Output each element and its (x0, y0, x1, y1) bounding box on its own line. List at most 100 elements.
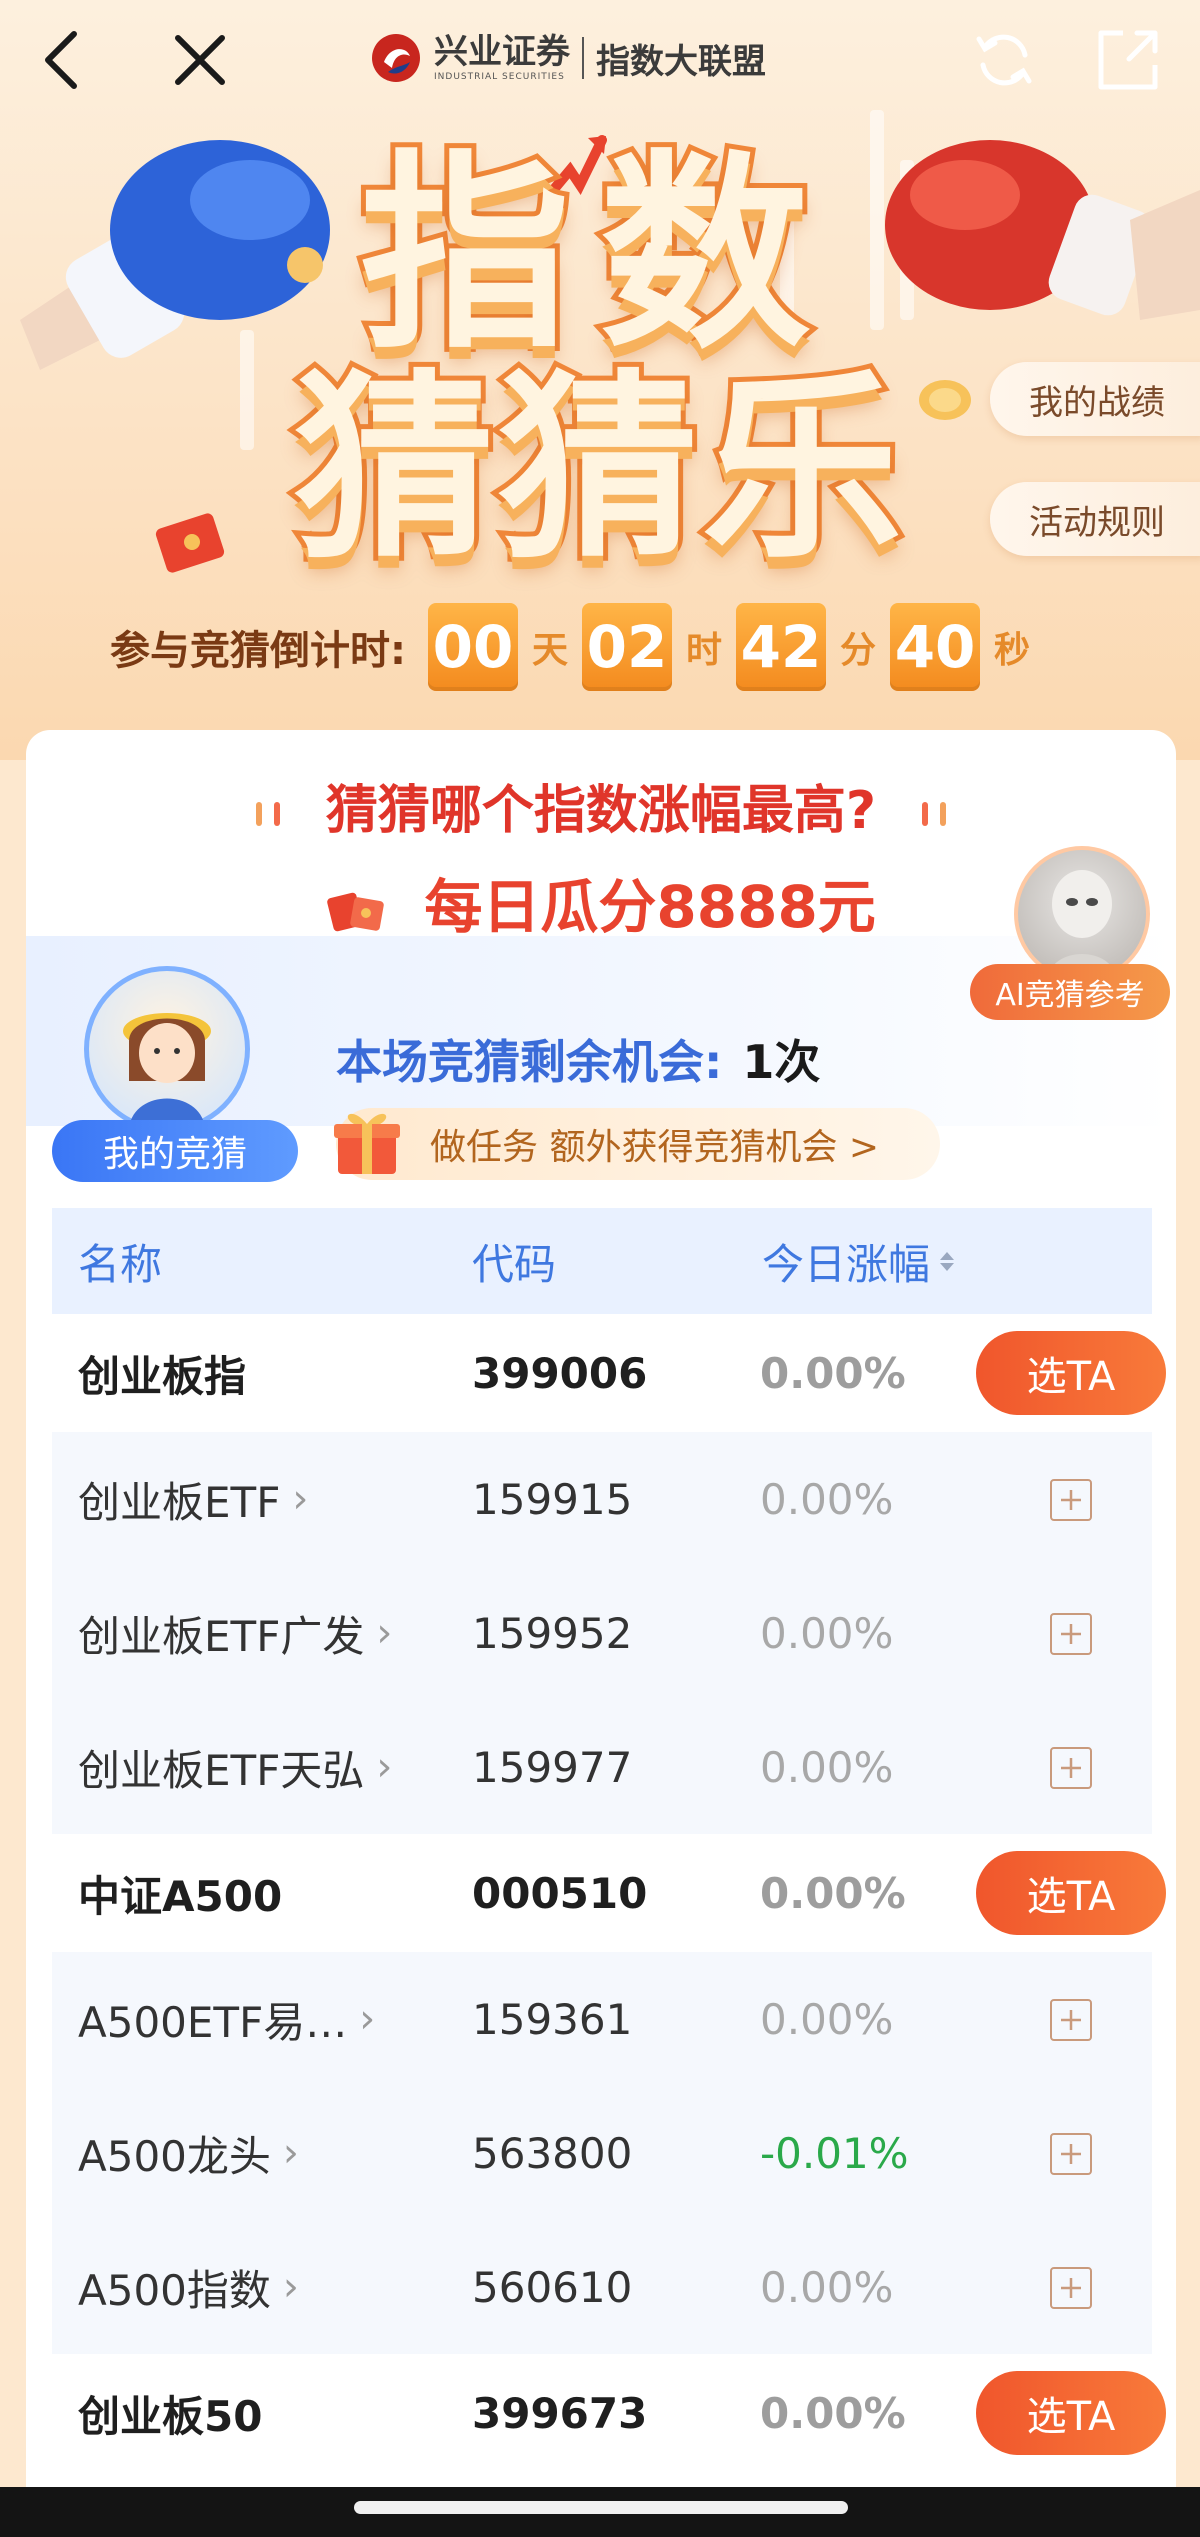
close-button[interactable] (162, 22, 238, 98)
row-change: 0.00% (760, 1994, 894, 2044)
row-name-cell: A500龙头 › (78, 2086, 299, 2220)
brand-name: 兴业证券 (434, 31, 570, 72)
refresh-button[interactable] (966, 22, 1042, 98)
row-change: 0.00% (760, 1868, 906, 1918)
etf-row[interactable]: 创业板ETF天弘 › 159977 0.00% (52, 1700, 1152, 1834)
chevron-right-icon: › (282, 2264, 299, 2310)
event-title-line2: 猜猜乐 (289, 353, 907, 586)
header-code: 代码 (472, 1239, 557, 1289)
brand-mark-icon (372, 34, 420, 82)
row-name: A500ETF易… (78, 1997, 348, 2047)
row-name: 创业板50 (78, 2391, 263, 2441)
row-name: 创业板ETF广发 (78, 1611, 365, 1661)
row-change: 0.00% (760, 1474, 894, 1524)
row-name: 创业板ETF (78, 1477, 281, 1527)
row-code: 563800 (472, 2128, 633, 2178)
row-code: 399006 (472, 1348, 648, 1398)
share-button[interactable] (1090, 22, 1166, 98)
index-table: 创业板指 399006 0.00% 选TA 创业板ETF › 159915 0.00% 创业板E… (52, 1314, 1166, 2472)
back-button[interactable] (22, 22, 98, 98)
pick-button[interactable]: 选TA (976, 1331, 1166, 1415)
sort-icon (940, 1251, 955, 1271)
rules-button[interactable]: 活动规则 (990, 482, 1200, 556)
etf-row[interactable]: A500龙头 › 563800 -0.01% (52, 2086, 1152, 2220)
red-envelope-icon (327, 892, 384, 932)
countdown-seconds-unit: 秒 (994, 630, 1031, 671)
table-header: 名称 代码 今日涨幅 (52, 1208, 1152, 1314)
row-change: 0.00% (760, 1348, 906, 1398)
row-code: 159952 (472, 1608, 633, 1658)
row-name-cell: 创业板指 (78, 1314, 246, 1432)
countdown-seconds: 40 (890, 603, 981, 691)
remaining-label: 本场竞猜剩余机会: (336, 1035, 723, 1089)
question-deco-right (922, 802, 929, 826)
event-title-line1: 指数 (355, 132, 840, 377)
plus-icon (1061, 2010, 1081, 2030)
etf-row[interactable]: A500ETF易… › 159361 0.00% (52, 1952, 1152, 2086)
countdown-days: 00 (428, 603, 518, 691)
etf-row[interactable]: 创业板ETF › 159915 0.00% (52, 1432, 1152, 1566)
guess-card: 猜猜哪个指数涨幅最高? 每日瓜分8888元 AI竞猜参考 我的竞猜 本场竞猜剩余… (26, 730, 1176, 2537)
my-record-button[interactable]: 我的战绩 (990, 362, 1200, 436)
row-name: 创业板指 (78, 1351, 247, 1401)
row-code: 560610 (472, 2262, 633, 2312)
plus-icon (1061, 1758, 1081, 1778)
prize-text: 每日瓜分8888元 (424, 873, 876, 941)
row-name: 创业板ETF天弘 (78, 1745, 365, 1795)
add-watchlist-button[interactable] (1050, 1999, 1092, 2041)
brand-logo: 兴业证券 INDUSTRIAL SECURITIES 指数大联盟 (370, 28, 766, 88)
etf-row[interactable]: A500指数 › 560610 0.00% (52, 2220, 1152, 2354)
countdown-minutes-unit: 分 (840, 630, 877, 671)
pick-button[interactable]: 选TA (976, 2371, 1166, 2455)
row-change: 0.00% (760, 2388, 906, 2438)
add-watchlist-button[interactable] (1050, 1747, 1092, 1789)
row-name-cell: 创业板ETF › (78, 1432, 308, 1566)
header-change: 今日涨幅 (762, 1239, 931, 1289)
red-envelope-icon (155, 513, 225, 573)
countdown-label: 参与竞猜倒计时: (110, 628, 406, 674)
question-text: 猜猜哪个指数涨幅最高? (325, 781, 877, 841)
row-code: 159361 (472, 1994, 633, 2044)
row-code: 159915 (472, 1474, 633, 1524)
question-deco-right (940, 802, 947, 826)
header-change-sort[interactable]: 今日涨幅 (762, 1231, 955, 1292)
task-button[interactable]: 做任务 额外获得竞猜机会 > (336, 1108, 940, 1180)
brand-subtitle: 指数大联盟 (596, 41, 766, 82)
chevron-right-icon: › (282, 2130, 299, 2176)
plus-icon (1061, 2278, 1081, 2298)
row-code: 399673 (472, 2388, 648, 2438)
add-watchlist-button[interactable] (1050, 1613, 1092, 1655)
chevron-right-icon: › (376, 1610, 393, 1656)
chevron-right-icon: › (292, 1476, 309, 1522)
pick-button[interactable]: 选TA (976, 1851, 1166, 1935)
question-deco-left (273, 802, 280, 826)
row-name-cell: 创业板ETF广发 › (78, 1566, 392, 1700)
row-name: A500龙头 (78, 2131, 271, 2181)
add-watchlist-button[interactable] (1050, 2133, 1092, 2175)
countdown-days-unit: 天 (532, 630, 569, 671)
ai-reference-label: AI竞猜参考 (970, 964, 1170, 1020)
add-watchlist-button[interactable] (1050, 2267, 1092, 2309)
row-change: 0.00% (760, 2262, 894, 2312)
countdown: 参与竞猜倒计时: 00 天 02 时 42 分 40 秒 (110, 602, 1044, 692)
row-name-cell: 创业板ETF天弘 › (78, 1700, 392, 1834)
top-bar: 兴业证券 INDUSTRIAL SECURITIES 指数大联盟 (0, 0, 1200, 130)
cartoon-girl-avatar-icon (123, 1013, 211, 1127)
plus-icon (1061, 2144, 1081, 2164)
row-name-cell: 中证A500 (78, 1834, 282, 1952)
etf-row[interactable]: 创业板ETF广发 › 159952 0.00% (52, 1566, 1152, 1700)
question-line: 猜猜哪个指数涨幅最高? (26, 768, 1176, 843)
close-icon (175, 35, 225, 85)
row-name: A500指数 (78, 2265, 271, 2315)
ai-robot-avatar (1014, 846, 1150, 982)
home-indicator[interactable] (354, 2501, 848, 2514)
ai-reference-button[interactable]: AI竞猜参考 (970, 846, 1170, 1046)
add-watchlist-button[interactable] (1050, 1479, 1092, 1521)
countdown-hours: 02 (582, 603, 673, 691)
my-avatar (84, 966, 250, 1132)
share-external-icon (1098, 30, 1158, 90)
robot-icon (1048, 870, 1116, 978)
row-change: 0.00% (760, 1742, 894, 1792)
row-name: 中证A500 (78, 1871, 283, 1921)
my-guess-button[interactable]: 我的竞猜 (52, 1120, 298, 1182)
